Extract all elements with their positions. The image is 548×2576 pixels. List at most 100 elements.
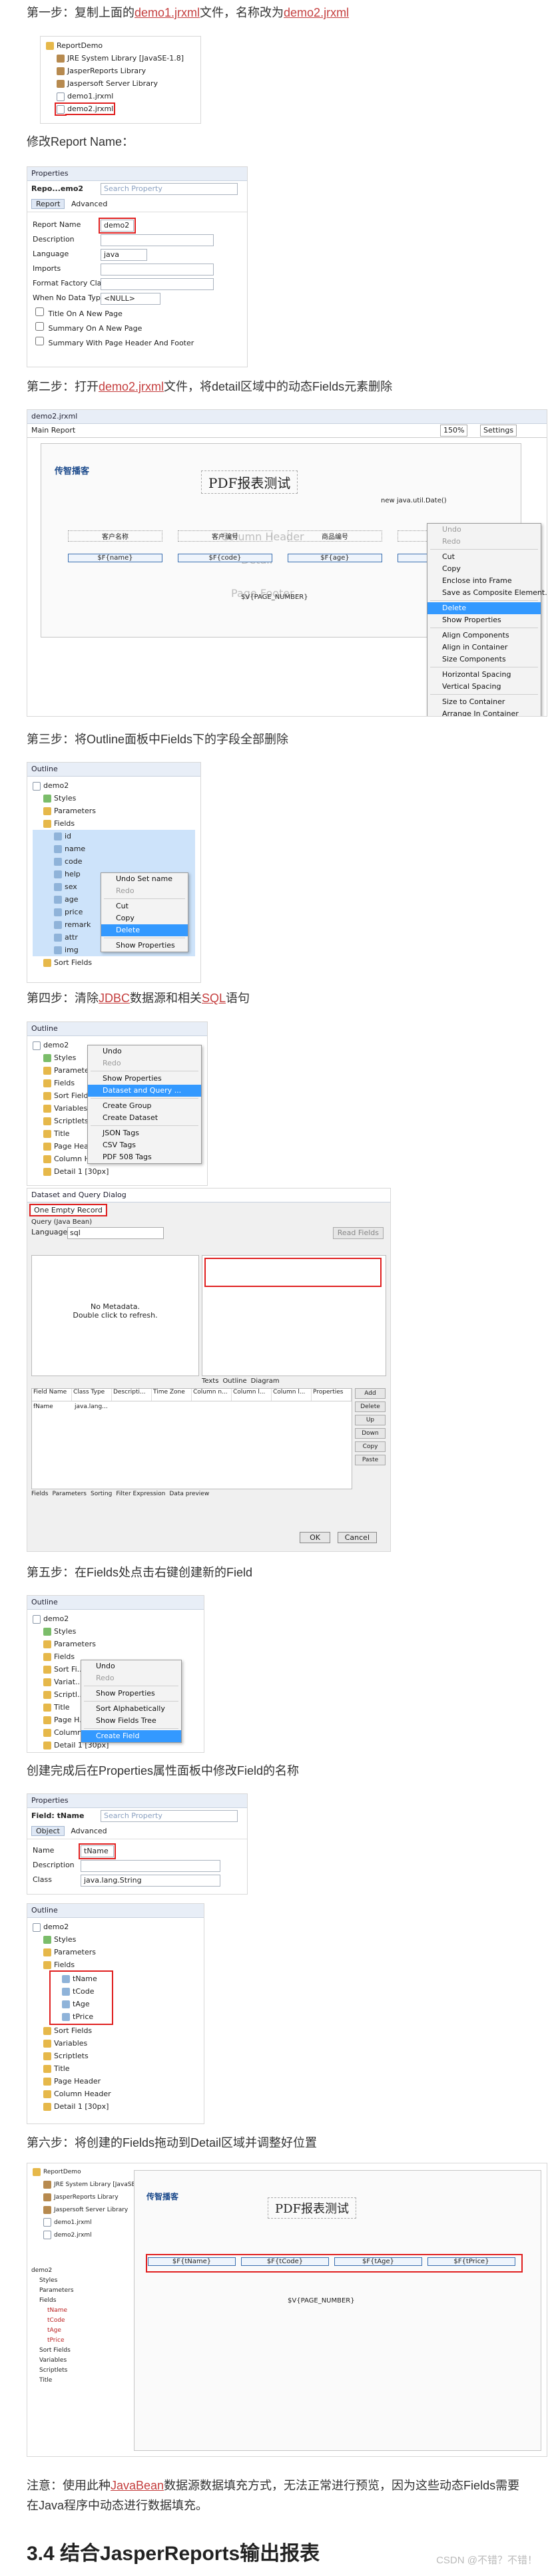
query-tab[interactable]: Diagram (251, 1378, 280, 1385)
query-editor[interactable] (202, 1255, 386, 1376)
tree-item[interactable]: Parameters (33, 805, 195, 817)
menu-item[interactable]: Create Dataset (88, 1112, 201, 1124)
menu-item[interactable]: Cut (101, 900, 188, 912)
menu-item[interactable]: Copy (101, 912, 188, 924)
side-button[interactable]: Paste (355, 1455, 386, 1465)
outline-item[interactable]: tPrice (31, 2336, 131, 2346)
menu-item[interactable]: Show Fields Tree (81, 1715, 181, 1727)
editor-tab[interactable]: demo2.jrxml (27, 410, 547, 424)
tab-advanced[interactable]: Advanced (67, 200, 111, 208)
outline-item[interactable]: Sort Fields (31, 2346, 131, 2356)
menu-item[interactable]: Enclose into Frame (427, 575, 541, 587)
menu-item[interactable]: Undo (81, 1660, 181, 1672)
description-field[interactable] (101, 234, 214, 246)
tree-item[interactable]: id (33, 830, 195, 842)
menu-item[interactable]: Arrange In Container (427, 708, 541, 716)
outline-item[interactable]: demo2 (31, 2266, 131, 2276)
language-select[interactable]: java (101, 249, 147, 261)
tree-item[interactable]: demo1.jrxml (33, 2217, 133, 2229)
query-tab[interactable]: Query (Java Bean) (27, 1218, 390, 1226)
tab-report[interactable]: Report (31, 199, 65, 209)
tree-item[interactable]: name (33, 842, 195, 855)
report-canvas[interactable]: 传智播客 PDF报表测试 Detail 1 $F{tName}$F{tCode}… (134, 2170, 541, 2451)
column-header[interactable]: Properties (312, 1389, 352, 1401)
side-button[interactable]: Down (355, 1428, 386, 1439)
language-select[interactable]: sql (67, 1227, 164, 1239)
tab-object[interactable]: Object (31, 1826, 65, 1836)
detail-field[interactable]: $F{tCode} (241, 2257, 329, 2266)
tree-item[interactable]: Sort Fields (33, 2024, 198, 2037)
side-button[interactable]: Up (355, 1415, 386, 1425)
column-header[interactable]: Column l... (272, 1389, 312, 1401)
menu-item[interactable]: Delete (101, 924, 188, 936)
column-header-cell[interactable]: 客户编号 (178, 530, 272, 542)
tree-item[interactable]: Page Header (33, 2075, 198, 2088)
field-name-input[interactable]: tName (79, 1843, 116, 1859)
menu-item[interactable]: PDF 508 Tags (88, 1151, 201, 1163)
menu-item[interactable]: Show Properties (81, 1688, 181, 1700)
menu-item[interactable]: Redo (101, 885, 188, 897)
tree-item[interactable]: Detail 1 [30px] (33, 2100, 198, 2113)
menu-item[interactable]: Cut (427, 551, 541, 563)
tree-item-demo2[interactable]: demo2.jrxml (46, 102, 195, 115)
tree-item[interactable]: Variables (33, 2037, 198, 2050)
menu-item[interactable]: Redo (81, 1672, 181, 1684)
bottom-tab[interactable]: Fields (31, 1491, 48, 1497)
menu-item[interactable]: Create Field (81, 1730, 181, 1742)
menu-item[interactable]: Undo Set name (101, 873, 188, 885)
settings-button[interactable]: Settings (480, 425, 517, 437)
tree-item[interactable]: Styles (33, 792, 195, 805)
description-field[interactable] (81, 1860, 220, 1872)
tree-item[interactable]: JasperReports Library (46, 65, 195, 77)
link-demo2[interactable]: demo2.jrxml (284, 6, 349, 19)
tree-item[interactable]: Styles (33, 1933, 198, 1946)
side-button[interactable]: Add (355, 1388, 386, 1399)
detail-field[interactable]: $F{age} (288, 554, 382, 562)
tree-item[interactable]: JRE System Library [JavaSE-1.8] (33, 2179, 149, 2191)
detail-field[interactable]: $F{tAge} (334, 2257, 422, 2266)
tree-item[interactable]: Fields (33, 1958, 198, 1971)
tree-item[interactable]: code (33, 855, 195, 868)
menu-item[interactable]: Size to Container (427, 696, 541, 708)
link-demo1[interactable]: demo1.jrxml (135, 6, 200, 19)
checkbox[interactable] (35, 307, 44, 316)
tree-item[interactable]: Scriptlets (33, 2050, 198, 2062)
tree-item[interactable]: demo1.jrxml (46, 90, 195, 102)
column-header[interactable]: Descripti... (112, 1389, 152, 1401)
outline-item[interactable]: Variables (31, 2356, 131, 2366)
outline-item[interactable]: tCode (31, 2316, 131, 2326)
tree-item[interactable]: Jaspersoft Server Library (33, 2204, 133, 2217)
report-title[interactable]: PDF报表测试 (201, 470, 298, 494)
side-button[interactable]: Copy (355, 1441, 386, 1452)
tree-item[interactable]: Column Header (33, 2088, 198, 2100)
side-button[interactable]: Delete (355, 1401, 386, 1412)
tree-item[interactable]: Fields (33, 817, 195, 830)
tree-item[interactable]: Parameters (33, 1638, 198, 1650)
checkbox[interactable] (35, 337, 44, 345)
link-jdbc[interactable]: JDBC (99, 992, 130, 1005)
column-header[interactable]: Field Name (32, 1389, 72, 1401)
detail-field[interactable]: $F{tName} (148, 2257, 236, 2266)
menu-item[interactable]: Redo (88, 1057, 201, 1069)
bottom-tab[interactable]: Filter Expression (116, 1491, 165, 1497)
tab-advanced[interactable]: Advanced (67, 1827, 111, 1835)
link-demo2[interactable]: demo2.jrxml (99, 380, 164, 393)
menu-item[interactable]: Redo (427, 536, 541, 548)
menu-item[interactable]: Save as Composite Element... (427, 587, 547, 599)
tree-item[interactable]: demo2 (33, 779, 195, 792)
read-fields-button[interactable]: Read Fields (332, 1227, 384, 1239)
menu-item[interactable]: Horizontal Spacing (427, 669, 541, 681)
menu-item[interactable]: Size Components (427, 653, 541, 665)
outline-item[interactable]: Scriptlets (31, 2366, 131, 2376)
menu-item[interactable]: Undo (427, 524, 541, 536)
tree-item[interactable]: Parameters (33, 1946, 198, 1958)
column-header[interactable]: Time Zone (152, 1389, 192, 1401)
tree-item[interactable]: ReportDemo (33, 2166, 133, 2179)
tree-item[interactable]: demo2 (33, 1612, 198, 1625)
data-adapter-select[interactable]: One Empty Record (29, 1204, 107, 1216)
outline-item[interactable]: tName (31, 2306, 131, 2316)
bottom-tab[interactable]: Sorting (91, 1491, 112, 1497)
tree-item[interactable]: tAge (51, 1998, 111, 2010)
tree-item[interactable]: Detail 1 [30px] (33, 1165, 202, 1178)
menu-item[interactable]: Dataset and Query ... (88, 1085, 201, 1097)
